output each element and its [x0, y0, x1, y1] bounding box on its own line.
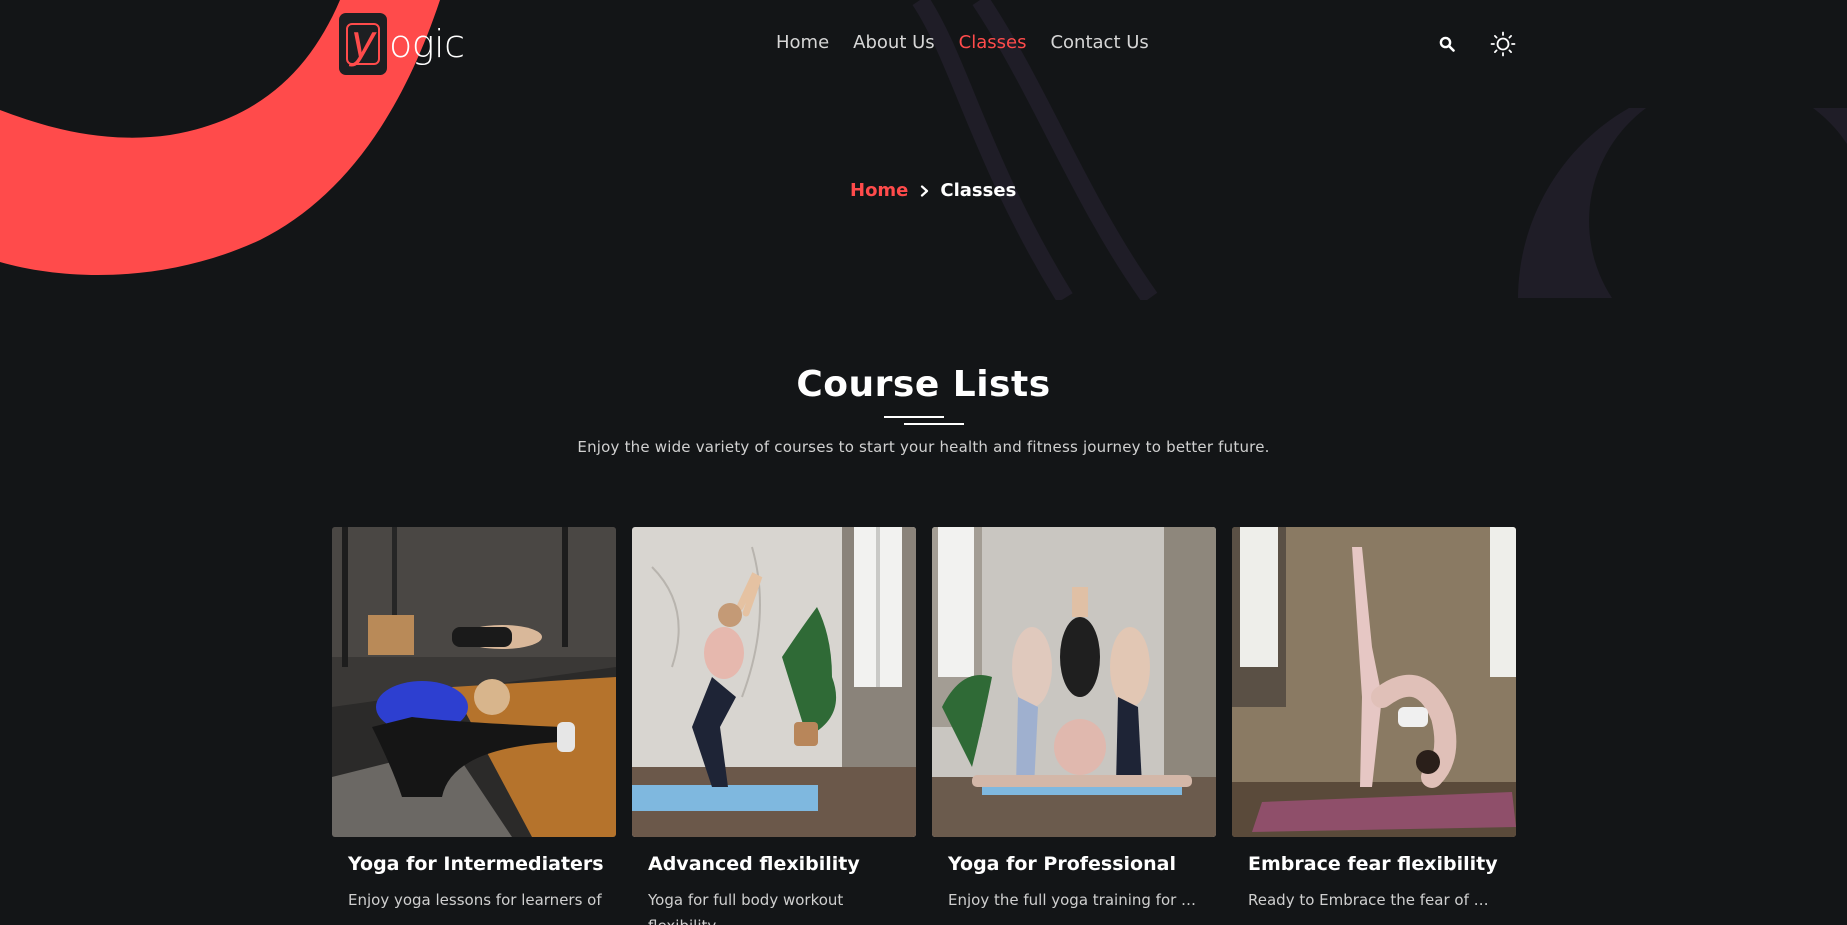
site-header: y ogic Home About Us Classes Contact Us — [0, 0, 1847, 86]
course-title[interactable]: Embrace fear flexibility — [1232, 853, 1516, 875]
search-button[interactable] — [1430, 24, 1464, 64]
nav-classes[interactable]: Classes — [947, 26, 1039, 60]
header-actions — [1430, 24, 1520, 64]
decorative-dark-ring — [1518, 108, 1847, 300]
course-description: Enjoy the full yoga training for … — [948, 891, 1197, 909]
logo[interactable]: y ogic — [339, 13, 467, 75]
course-description: Enjoy yoga lessons for learners of … — [348, 891, 602, 925]
theme-toggle-button[interactable] — [1486, 24, 1520, 64]
logo-letter: y — [351, 15, 375, 67]
section-title: Course Lists — [796, 364, 1051, 405]
nav-about-us[interactable]: About Us — [841, 26, 947, 60]
logo-text: ogic — [389, 22, 465, 66]
course-image — [932, 527, 1216, 837]
sun-icon — [1490, 31, 1516, 57]
main-nav: Home About Us Classes Contact Us — [764, 26, 1161, 60]
course-description: Yoga for full body workout flexibility … — [648, 891, 844, 925]
course-card[interactable]: Yoga for Professional Enjoy the full yog… — [932, 527, 1216, 925]
course-description: Ready to Embrace the fear of … — [1248, 891, 1489, 909]
search-icon — [1439, 36, 1455, 52]
course-card[interactable]: Yoga for Intermediaters Enjoy yoga lesso… — [332, 527, 616, 925]
breadcrumb-current: Classes — [940, 180, 1017, 201]
course-image — [632, 527, 916, 837]
chevron-right-icon — [920, 184, 930, 197]
course-title[interactable]: Yoga for Intermediaters — [332, 853, 616, 875]
logo-outline: y — [346, 18, 380, 65]
breadcrumb: Home Classes — [850, 180, 1016, 201]
nav-home[interactable]: Home — [764, 26, 841, 60]
course-image — [332, 527, 616, 837]
section-subtitle: Enjoy the wide variety of courses to sta… — [577, 438, 1270, 456]
course-card[interactable]: Advanced flexibility Yoga for full body … — [632, 527, 916, 925]
course-list: Yoga for Intermediaters Enjoy yoga lesso… — [332, 527, 1516, 925]
course-title[interactable]: Advanced flexibility — [632, 853, 916, 875]
logo-mark: y — [339, 13, 387, 75]
course-image — [1232, 527, 1516, 837]
title-underline — [884, 416, 964, 426]
course-title[interactable]: Yoga for Professional — [932, 853, 1216, 875]
course-card[interactable]: Embrace fear flexibility Ready to Embrac… — [1232, 527, 1516, 925]
breadcrumb-home-link[interactable]: Home — [850, 180, 908, 201]
nav-contact-us[interactable]: Contact Us — [1038, 26, 1160, 60]
